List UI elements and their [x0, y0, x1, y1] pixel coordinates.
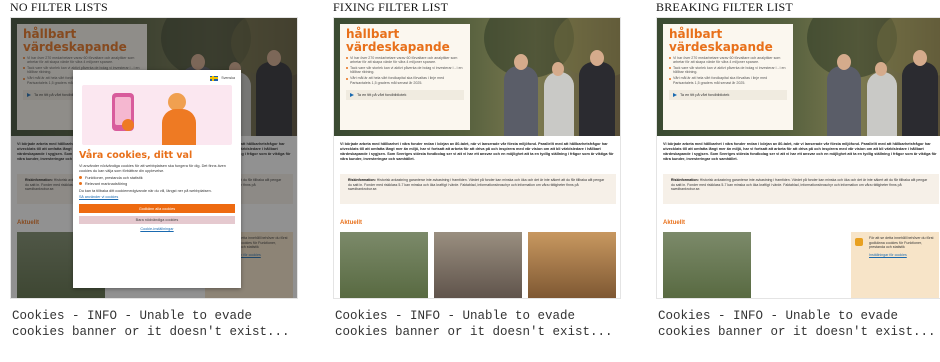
person-photo — [579, 62, 615, 136]
fund-library-link[interactable]: Ta en titt på vårt fondbibliotek — [669, 90, 787, 101]
site-screenshot: hållbart värdeskapande Vi har över 270 m… — [10, 17, 298, 299]
fund-library-link-label: Ta en titt på vårt fondbibliotek — [357, 93, 407, 98]
play-icon — [350, 93, 354, 98]
hero-bullet: Vårt mål är att hela vårt fondkapital sk… — [669, 76, 787, 85]
site-screenshot: hållbart värdeskapande Vi har över 270 m… — [656, 17, 940, 299]
cookie-consent-text: Du kan ta tillbaka ditt cookiemedgivande… — [79, 188, 212, 193]
person-photo — [827, 66, 861, 136]
person-photo — [902, 62, 938, 136]
necessary-cookies-button[interactable]: Bara nödvändiga cookies — [79, 216, 235, 225]
risk-info-label: Riskinformation: — [348, 178, 376, 182]
result-caption: Cookies - INFO - Unable to evade cookies… — [12, 309, 290, 339]
hero-bullet: Vi har över 270 medarbetare varav 60 för… — [346, 56, 464, 65]
panel-title: FIXING FILTER LIST — [333, 0, 449, 14]
hero-banner: hållbart värdeskapande Vi har över 270 m… — [334, 18, 620, 136]
cookie-category: Funktioner, prestanda och statistik — [79, 176, 235, 180]
hero-card: hållbart värdeskapande Vi har över 270 m… — [663, 24, 793, 130]
panel-breaking-filter-list: BREAKING FILTER LIST hållbart värdeskapa… — [656, 0, 940, 362]
fund-library-link[interactable]: Ta en titt på vårt fondbibliotek — [346, 90, 464, 101]
news-tile[interactable] — [434, 232, 522, 298]
intro-paragraph: Vi började arbeta med hållbarhet i våra … — [663, 142, 937, 161]
cookie-banner-title: Våra cookies, ditt val — [79, 150, 193, 161]
result-caption: Cookies - INFO - Unable to evade cookies… — [335, 309, 613, 339]
site-screenshot: hållbart värdeskapande Vi har över 270 m… — [333, 17, 621, 299]
cookie-settings-link[interactable]: Cookie-inställningar — [79, 227, 235, 231]
risk-info-text: Historisk avkastning garanterar inte avk… — [348, 178, 605, 192]
cookie-settings-link[interactable]: Inställningar för cookies — [869, 253, 935, 258]
hero-banner: hållbart värdeskapande Vi har över 270 m… — [657, 18, 940, 136]
news-tile[interactable] — [340, 232, 428, 298]
person-photo — [504, 66, 538, 136]
news-tiles: För att se detta innehåll behöver du för… — [663, 232, 940, 298]
news-tile[interactable] — [528, 232, 616, 298]
cookie-banner-intro: Vi använder nödvändiga cookies för att w… — [79, 164, 226, 173]
panel-title: NO FILTER LISTS — [10, 0, 108, 14]
hero-title: värdeskapande — [669, 40, 773, 54]
hero-bullet: Vi har över 270 medarbetare varav 60 för… — [669, 56, 787, 65]
result-caption: Cookies - INFO - Unable to evade cookies… — [658, 309, 936, 339]
risk-info-text: Historisk avkastning garanterar inte avk… — [671, 178, 928, 192]
section-heading: Aktuellt — [340, 220, 363, 226]
hero-bullet: Tack vare vår storlek kan vi aktivt påve… — [346, 66, 464, 75]
fund-library-link-label: Ta en titt på vårt fondbibliotek — [680, 93, 730, 98]
person-photo — [867, 72, 897, 136]
language-label: Svenska — [221, 76, 235, 80]
lock-icon — [122, 119, 134, 131]
cookie-illustration — [82, 85, 232, 145]
panel-fixing-filter-list: FIXING FILTER LIST hållbart värdeskapand… — [333, 0, 621, 362]
hero-card: hållbart värdeskapande Vi har över 270 m… — [340, 24, 470, 130]
person-photo — [544, 72, 574, 136]
risk-info-label: Riskinformation: — [671, 178, 699, 182]
cookie-blocked-tile: För att se detta innehåll behöver du för… — [851, 232, 939, 298]
risk-info-box: Riskinformation: Historisk avkastning ga… — [340, 174, 616, 204]
lock-icon — [855, 238, 863, 246]
hero-title: värdeskapande — [346, 40, 450, 54]
intro-paragraph: Vi började arbeta med hållbarhet i våra … — [340, 142, 614, 161]
risk-info-box: Riskinformation: Historisk avkastning ga… — [663, 174, 939, 204]
cookie-category: Relevant marknadsföring — [79, 182, 235, 186]
news-tiles — [340, 232, 620, 298]
swedish-flag-icon — [210, 75, 219, 81]
language-selector[interactable]: Svenska — [79, 74, 235, 82]
hero-bullet: Tack vare vår storlek kan vi aktivt påve… — [669, 66, 787, 75]
hero-bullet: Vårt mål är att hela vårt fondkapital sk… — [346, 76, 464, 85]
blocked-tile-text: För att se detta innehåll behöver du för… — [869, 236, 934, 250]
accept-all-cookies-button[interactable]: Godkänn alla cookies — [79, 204, 235, 214]
play-icon — [673, 93, 677, 98]
cookie-banner: Svenska Våra cookies, ditt val Vi använd… — [73, 70, 241, 288]
cookie-read-more-link[interactable]: Så använder vi cookies — [79, 195, 235, 199]
news-tile[interactable] — [663, 232, 751, 298]
panel-title: BREAKING FILTER LIST — [656, 0, 793, 14]
section-heading: Aktuellt — [663, 220, 686, 226]
panel-no-filter-lists: NO FILTER LISTS hållbart värdeskapande V… — [10, 0, 298, 362]
